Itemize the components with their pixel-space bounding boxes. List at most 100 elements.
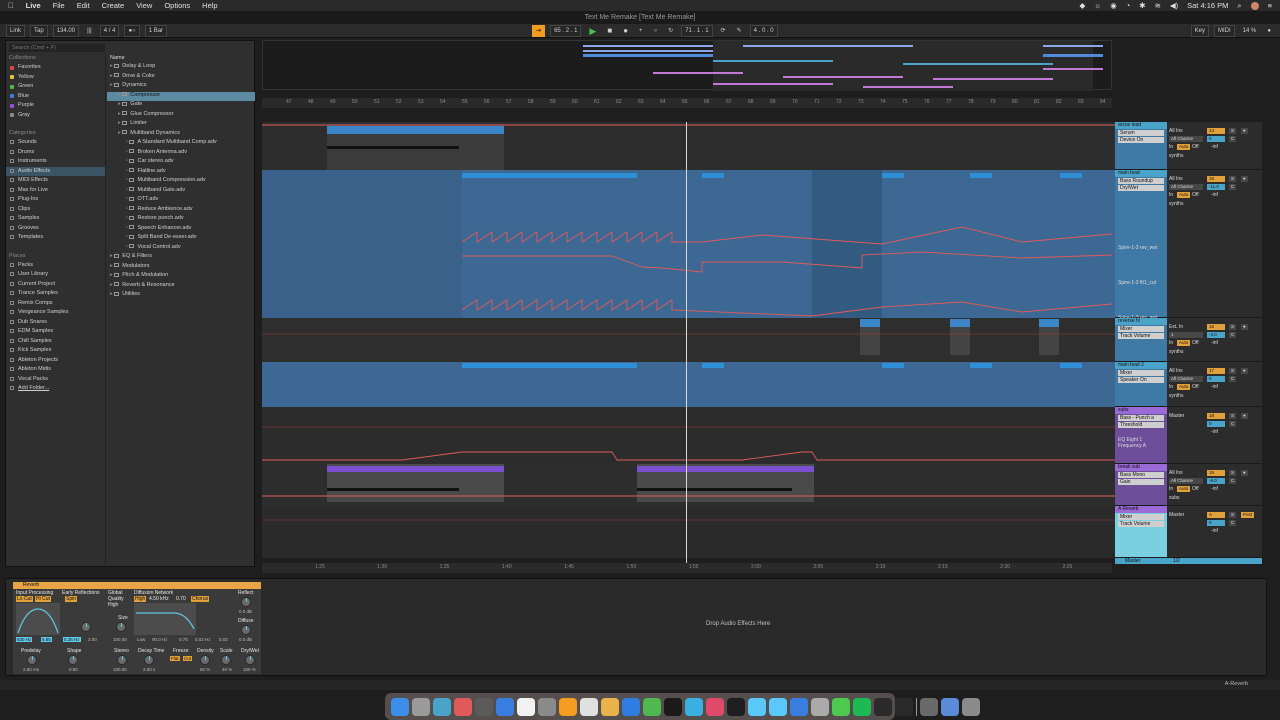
browser-item[interactable]: ▫ Multiband Compression.adv [107, 177, 255, 187]
monitor-off[interactable]: Off [1192, 486, 1199, 492]
monitor-auto[interactable]: Auto [1177, 384, 1191, 390]
device-chooser[interactable]: Mixer [1118, 514, 1164, 520]
collection-item[interactable]: Green [6, 82, 105, 92]
collection-item[interactable]: Blue [6, 92, 105, 102]
input-channel[interactable]: All Channe [1169, 376, 1203, 382]
browser-item[interactable]: ▸ Modulators [107, 263, 255, 273]
dock-app-icon[interactable] [622, 697, 640, 716]
category-item[interactable]: Max for Live [6, 186, 105, 196]
dock-app-icon[interactable] [559, 697, 577, 716]
browser-item[interactable]: ▫ Split Band De-esser.adv [107, 234, 255, 244]
timer-icon[interactable]: ◔ [1126, 1, 1131, 10]
browser-item[interactable]: ▫ Restore punch.adv [107, 215, 255, 225]
volume-field[interactable]: 0 [1207, 421, 1225, 427]
pan-field[interactable]: C [1229, 421, 1237, 427]
clip-main-lead-faded[interactable] [262, 170, 462, 318]
volume-field[interactable]: 0 [1207, 376, 1225, 382]
menu-options[interactable]: Options [164, 1, 190, 10]
clip-reverse-fx[interactable] [860, 319, 880, 327]
pan-field[interactable]: C [1229, 478, 1237, 484]
automation-lane-label[interactable]: Spire-1-3 rev_wet [1118, 245, 1158, 251]
device-chooser[interactable]: Mixer [1118, 370, 1164, 376]
track-header[interactable]: main lead Bass Roundup Dry/Wet Spire-1-3 re… [1115, 170, 1167, 321]
post-toggle[interactable]: Post [1241, 512, 1255, 518]
arrangement-position[interactable]: 65 . 2 . 1 [550, 24, 582, 37]
category-item[interactable]: Audio Effects [6, 166, 105, 176]
diff-amount[interactable]: 0.02 [219, 637, 228, 642]
monitor-in[interactable]: In [1169, 486, 1173, 492]
place-item[interactable]: Ableton Midis [6, 365, 105, 375]
output-chooser[interactable]: subs [1169, 495, 1180, 501]
browser-item[interactable]: ▸ Multiband Dynamics [107, 130, 255, 140]
clip-segment-header[interactable] [1060, 173, 1082, 178]
stereo-knob[interactable] [117, 655, 127, 665]
avatar[interactable] [1250, 1, 1259, 10]
track-activator[interactable]: 15 [1207, 176, 1225, 182]
clip-segment-header[interactable] [970, 173, 992, 178]
low-value[interactable]: 0.75 [179, 637, 188, 642]
clip-segment-header[interactable] [702, 173, 724, 178]
track-activator[interactable]: 17 [1207, 368, 1225, 374]
spin-toggle[interactable]: Spin [65, 596, 78, 602]
density-knob[interactable] [200, 655, 210, 665]
clip-segment-header[interactable] [462, 173, 637, 178]
track-activator[interactable]: 14 [1207, 128, 1225, 134]
chorus-toggle[interactable]: Chorus [191, 596, 210, 602]
automation-lane-label[interactable]: Spire-1-3 flt1_cut [1118, 280, 1158, 286]
collection-item[interactable]: Favorites [6, 63, 105, 73]
place-item[interactable]: Current Project [6, 280, 105, 290]
tempo-field[interactable]: 134.00 [52, 24, 80, 37]
arm-button[interactable]: ● [1241, 128, 1248, 134]
filter-width[interactable]: 5.85 [41, 637, 52, 642]
output-chooser[interactable]: synths [1169, 393, 1183, 399]
follow-button[interactable]: ⇥ [532, 24, 546, 37]
arm-button[interactable]: ● [1241, 324, 1248, 330]
device-chooser[interactable]: Bass Mono [1118, 472, 1164, 478]
master-fraction[interactable]: 1/2 [1173, 558, 1180, 564]
clip-notes[interactable] [327, 488, 459, 491]
output-chooser[interactable]: synths [1169, 349, 1183, 355]
pan-field[interactable]: C [1229, 332, 1237, 338]
lo-cut-toggle[interactable]: Lo Cut [16, 596, 33, 602]
category-item[interactable]: Drums [6, 148, 105, 158]
midi-map-button[interactable]: MIDI [1214, 24, 1235, 37]
place-item[interactable]: Ableton Projects [6, 356, 105, 366]
track-header[interactable]: A Reverb Mixer Track Volume [1115, 506, 1167, 558]
wifi-icon[interactable]: ≋ [1155, 1, 1161, 10]
collection-item[interactable]: Gray [6, 111, 105, 121]
drywet-knob[interactable] [245, 655, 255, 665]
monitor-in[interactable]: In [1169, 192, 1173, 198]
track-header[interactable]: break sub Bass Mono Gain [1115, 464, 1167, 506]
input-filter-display[interactable] [16, 603, 60, 635]
quantize-menu[interactable]: 1 Bar [144, 24, 168, 37]
dock-app-icon[interactable] [601, 697, 619, 716]
solo-button[interactable]: S [1229, 324, 1237, 330]
nudge-icon[interactable]: ||| [84, 26, 95, 36]
dock-app-icon[interactable] [941, 697, 959, 716]
place-item[interactable]: EDM Samples [6, 327, 105, 337]
beat-ruler[interactable]: 47 48 49 50 51 52 53 54 55 56 57 58 59 60 61 62 63 64 65 66… [262, 98, 1112, 108]
menu-view[interactable]: View [136, 1, 152, 10]
dock-app-icon[interactable] [727, 697, 745, 716]
parameter-chooser[interactable]: Dry/Wet [1118, 185, 1164, 191]
category-item[interactable]: MIDI Effects [6, 176, 105, 186]
category-item[interactable]: Templates [6, 233, 105, 243]
reverb-title[interactable]: Reverb [13, 582, 261, 589]
monitor-auto[interactable]: Auto [1177, 486, 1191, 492]
device-chooser[interactable]: Bass - Punch a [1118, 415, 1164, 421]
diffusion-display[interactable] [134, 603, 196, 635]
pan-field[interactable]: C [1229, 376, 1237, 382]
browser-item[interactable]: ▫ Broken Antenna.adv [107, 149, 255, 159]
input-type[interactable]: Master [1169, 512, 1184, 518]
clip-reverse-fx[interactable] [1039, 319, 1059, 327]
dock-app-icon[interactable] [706, 697, 724, 716]
loop-icon[interactable]: ↻ [665, 26, 676, 36]
monitor-auto[interactable]: Auto [1177, 192, 1191, 198]
track-activator[interactable]: 18 [1207, 413, 1225, 419]
parameter-chooser[interactable]: Track Volume [1118, 521, 1164, 527]
shape-knob[interactable] [68, 655, 78, 665]
browser-search-input[interactable]: Search (Cmd + F) [9, 44, 105, 52]
browser-item[interactable]: ▸ Gate [107, 101, 255, 111]
solo-button[interactable]: S [1229, 470, 1237, 476]
dock-app-icon[interactable] [643, 697, 661, 716]
